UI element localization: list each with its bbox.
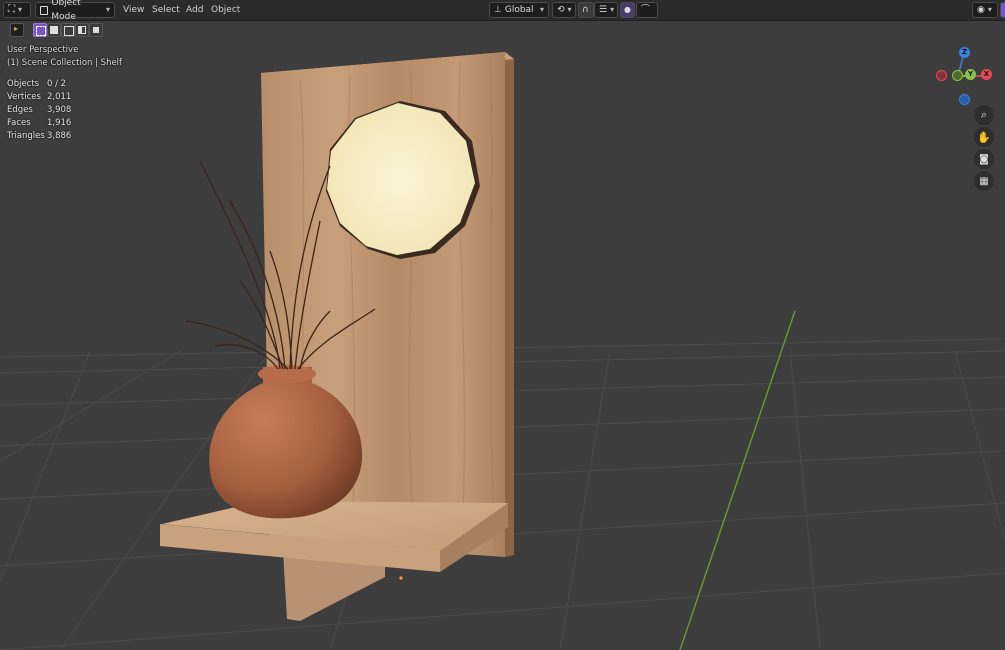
- gizmo-neg-y-handle[interactable]: [952, 70, 963, 81]
- camera-icon: ◙: [979, 153, 989, 165]
- chevron-down-icon: ▾: [539, 5, 544, 14]
- select-subtract-button[interactable]: [61, 23, 75, 37]
- select-subtract-icon: [64, 26, 74, 36]
- stat-label: Edges: [7, 105, 33, 115]
- select-box-icon: [36, 26, 46, 36]
- zoom-icon: ⌕: [980, 108, 988, 121]
- stat-value: 0 / 2: [47, 79, 67, 89]
- gizmo-z-label: Z: [961, 48, 968, 56]
- eye-icon: ◉: [977, 5, 985, 15]
- menu-object[interactable]: Object: [211, 4, 240, 16]
- stat-objects: Objects 0 / 2: [7, 79, 66, 89]
- perspective-toggle-button[interactable]: ▦: [974, 171, 994, 191]
- snap-increment-icon: ☰: [599, 5, 608, 15]
- globe-editor-type-icon: ⛶: [8, 4, 15, 15]
- y-axis-line: [679, 310, 796, 650]
- chevron-down-icon: ▾: [567, 5, 572, 14]
- select-new-button[interactable]: [33, 23, 47, 37]
- collection-label: (1) Scene Collection | Shelf: [7, 58, 123, 68]
- visibility-dropdown[interactable]: ◉ ▾: [972, 2, 998, 18]
- select-extend-button[interactable]: [47, 23, 61, 37]
- gizmo-neg-z-handle[interactable]: [959, 94, 970, 105]
- transform-orientation-dropdown[interactable]: ⊥ Global ▾: [489, 2, 549, 18]
- chevron-down-icon: ▾: [987, 5, 992, 14]
- grid-icon: ▦: [979, 175, 989, 187]
- menu-select[interactable]: Select: [152, 4, 180, 16]
- stat-label: Objects: [7, 79, 40, 89]
- select-extend-icon: [50, 26, 58, 34]
- stat-triangles: Triangles 3,886: [7, 131, 71, 141]
- stat-edges: Edges 3,908: [7, 105, 71, 115]
- mode-dropdown[interactable]: Object Mode ▾: [35, 0, 115, 22]
- 3d-viewport[interactable]: User Perspective (1) Scene Collection | …: [0, 21, 1005, 650]
- pan-button[interactable]: ✋: [974, 127, 994, 147]
- camera-view-button[interactable]: ◙: [974, 149, 994, 169]
- magnet-icon: ∩: [582, 5, 589, 15]
- viewport-scene: [0, 52, 1005, 650]
- select-invert-icon: [78, 26, 86, 34]
- select-intersect-icon: [93, 27, 99, 33]
- menu-view[interactable]: View: [123, 4, 144, 16]
- menu-add[interactable]: Add: [186, 4, 203, 16]
- stat-value: 2,011: [47, 92, 72, 102]
- chevron-down-icon: ▾: [610, 5, 615, 14]
- back-panel-side: [505, 52, 514, 557]
- stat-label: Triangles: [7, 131, 45, 141]
- hand-pan-icon: ✋: [977, 130, 991, 144]
- select-invert-button[interactable]: [75, 23, 89, 37]
- viewport-header: ⛶ ▾ Object Mode ▾ View Select Add Object …: [0, 0, 1005, 22]
- stat-value: 3,886: [47, 131, 72, 141]
- stat-label: Vertices: [7, 92, 41, 102]
- pivot-point-dropdown[interactable]: ⟲ ▾: [552, 2, 576, 18]
- tool-settings-row: ▸: [0, 21, 200, 39]
- stat-label: Faces: [7, 118, 31, 128]
- pivot-icon: ⟲: [557, 5, 565, 15]
- gizmo-y-label: Y: [967, 70, 974, 78]
- proportional-edit-toggle[interactable]: ●: [620, 2, 635, 18]
- snap-toggle[interactable]: ∩: [578, 2, 594, 18]
- snap-target-dropdown[interactable]: ☰ ▾: [594, 2, 618, 18]
- view-name: User Perspective: [7, 45, 79, 55]
- stat-vertices: Vertices 2,011: [7, 92, 71, 102]
- chevron-down-icon: ▾: [105, 5, 110, 14]
- proportional-falloff-dropdown[interactable]: ⌒: [636, 2, 658, 18]
- cursor-arrow-icon: ▸: [14, 24, 19, 33]
- active-tool-button[interactable]: ▸: [10, 23, 24, 37]
- gizmo-x-label: X: [983, 70, 990, 78]
- orientation-icon: ⊥: [494, 5, 502, 15]
- stat-faces: Faces 1,916: [7, 118, 71, 128]
- zoom-button[interactable]: ⌕: [974, 105, 994, 125]
- overlay-toggle[interactable]: [1000, 2, 1005, 18]
- gizmo-neg-x-handle[interactable]: [936, 70, 947, 81]
- falloff-curve-icon: ⌒: [641, 5, 651, 15]
- object-origin-dot: [399, 576, 403, 580]
- object-mode-icon: [40, 5, 49, 15]
- stat-value: 3,908: [47, 105, 72, 115]
- chevron-down-icon: ▾: [18, 5, 23, 14]
- select-intersect-button[interactable]: [89, 23, 103, 37]
- stat-value: 1,916: [47, 118, 72, 128]
- proportional-dot-icon: ●: [624, 5, 631, 14]
- editor-type-button[interactable]: ⛶ ▾: [3, 2, 31, 18]
- transform-label: Global: [504, 5, 534, 15]
